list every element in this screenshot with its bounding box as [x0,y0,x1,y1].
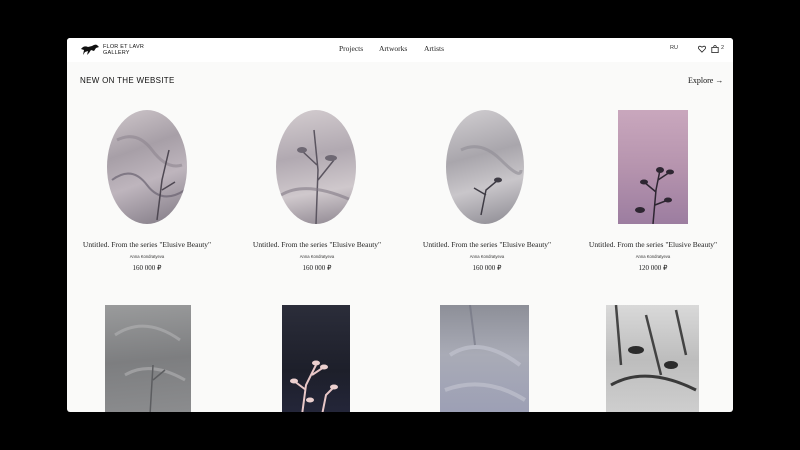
artwork-texture [635,167,674,224]
explore-link[interactable]: Explore → [688,76,723,85]
site-header: FLOR ET LAVR GALLERY Projects Artworks A… [67,38,733,62]
artwork-title[interactable]: Untitled. From the series "Elusive Beaut… [407,240,567,249]
artwork-title[interactable]: Untitled. From the series "Elusive Beaut… [573,240,733,249]
artwork-artist[interactable]: Anna Kondratyeva [67,254,227,259]
artwork-artist[interactable]: Anna Kondratyeva [573,254,733,259]
artwork-image[interactable] [105,305,191,412]
brand-line2: GALLERY [103,50,130,56]
nav-projects[interactable]: Projects [339,44,363,53]
artwork-title[interactable]: Untitled. From the series "Elusive Beaut… [67,240,227,249]
artwork-texture [111,135,186,221]
nav-artworks[interactable]: Artworks [379,44,407,53]
artwork-price: 160 000 ₽ [302,264,332,272]
artwork-price: 160 000 ₽ [132,264,162,272]
artwork-image[interactable] [276,110,356,224]
artwork-texture [280,129,352,224]
language-switch[interactable]: RU [670,45,678,51]
artwork-texture [290,360,338,412]
artwork-texture [114,324,186,412]
artwork-texture [610,305,697,392]
artwork-image[interactable] [107,110,187,224]
nav-artists[interactable]: Artists [424,44,444,53]
browser-page: FLOR ET LAVR GALLERY Projects Artworks A… [67,38,733,412]
artwork-image[interactable] [446,110,524,224]
artwork-price: 120 000 ₽ [638,264,668,272]
artwork-title[interactable]: Untitled. From the series "Elusive Beaut… [237,240,397,249]
horse-logo-icon [81,44,99,55]
artwork-texture [444,305,527,402]
artwork-artist[interactable]: Anna Kondratyeva [407,254,567,259]
artwork-image[interactable] [618,110,688,224]
gallery-logo[interactable]: FLOR ET LAVR GALLERY [80,43,150,58]
artwork-price: 160 000 ₽ [472,264,502,272]
artwork-image[interactable] [440,305,529,412]
shopping-bag-icon[interactable] [711,45,719,53]
artwork-image[interactable] [606,305,699,412]
section-title: NEW ON THE WEBSITE [80,76,175,85]
artwork-texture [460,145,523,216]
artwork-artist[interactable]: Anna Kondratyeva [237,254,397,259]
heart-icon[interactable] [698,45,706,53]
cart-count: 2 [721,45,725,51]
artwork-image[interactable] [282,305,350,412]
